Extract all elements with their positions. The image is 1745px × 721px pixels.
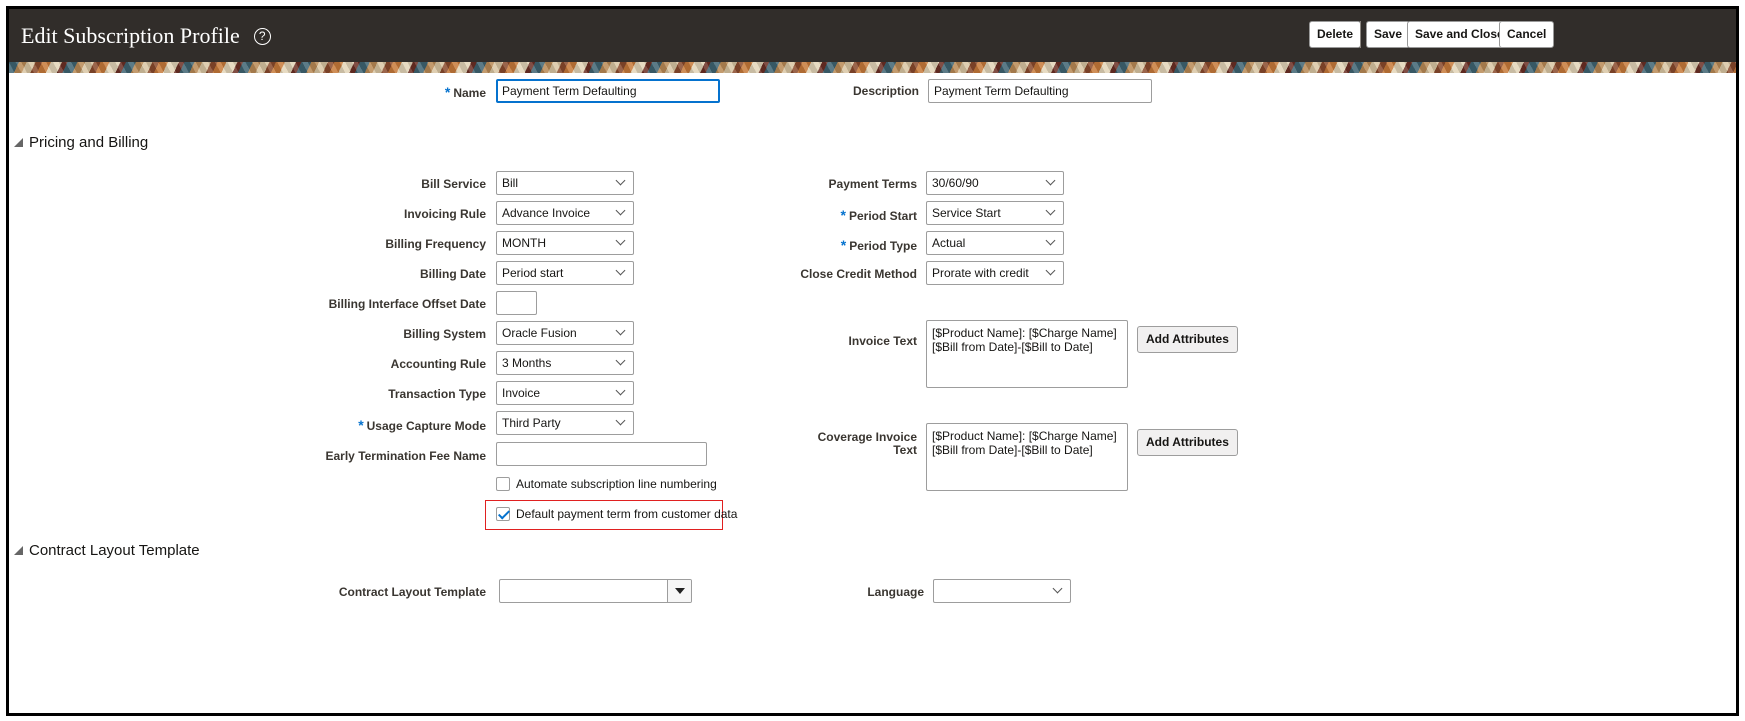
toolbar-separator xyxy=(1360,21,1361,48)
language-select[interactable] xyxy=(933,579,1071,603)
page-title-container: Edit Subscription Profile ? xyxy=(21,23,271,49)
early-termination-fee-name-label: Early Termination Fee Name xyxy=(325,449,487,463)
language-label: Language xyxy=(867,585,924,599)
page-title: Edit Subscription Profile xyxy=(21,23,240,48)
period-type-select[interactable]: Actual xyxy=(926,231,1064,255)
contract-layout-section-header[interactable]: Contract Layout Template xyxy=(14,542,200,559)
pricing-billing-section-header[interactable]: Pricing and Billing xyxy=(14,134,148,151)
billing-system-select[interactable]: Oracle Fusion xyxy=(496,321,634,345)
accounting-rule-label: Accounting Rule xyxy=(390,357,486,371)
chevron-down-icon xyxy=(616,357,626,367)
chevron-down-icon xyxy=(1046,177,1056,187)
required-indicator: * xyxy=(358,417,364,433)
cancel-button[interactable]: Cancel xyxy=(1499,21,1555,48)
default-payment-term-checkbox-label: Default payment term from customer data xyxy=(516,507,738,521)
required-indicator: * xyxy=(840,237,847,253)
coverage-invoice-text-area[interactable]: [$Product Name]: [$Charge Name] [$Bill f… xyxy=(926,423,1128,491)
billing-frequency-select[interactable]: MONTH xyxy=(496,231,634,255)
dropdown-arrow-icon[interactable] xyxy=(667,580,691,602)
chevron-down-icon xyxy=(616,207,626,217)
invoice-text-line: [$Product Name]: [$Charge Name] xyxy=(932,326,1117,340)
chevron-down-icon xyxy=(616,267,626,277)
invoice-text-area[interactable]: [$Product Name]: [$Charge Name] [$Bill f… xyxy=(926,320,1128,388)
coverage-invoice-text-label: Coverage Invoice Text xyxy=(817,430,917,457)
close-credit-method-label: Close Credit Method xyxy=(800,267,917,281)
billing-interface-offset-date-input[interactable] xyxy=(496,291,537,315)
accounting-rule-select[interactable]: 3 Months xyxy=(496,351,634,375)
usage-capture-mode-select[interactable]: Third Party xyxy=(496,411,634,435)
period-start-select[interactable]: Service Start xyxy=(926,201,1064,225)
chevron-down-icon xyxy=(1046,207,1056,217)
app-frame: Edit Subscription Profile ? Delete Save … xyxy=(6,6,1739,716)
payment-terms-select[interactable]: 30/60/90 xyxy=(926,171,1064,195)
early-termination-fee-name-input[interactable] xyxy=(496,442,707,466)
coverage-text-line: [$Bill from Date]-[$Bill to Date] xyxy=(932,443,1093,457)
coverage-text-line: [$Product Name]: [$Charge Name] xyxy=(932,429,1117,443)
close-credit-method-select[interactable]: Prorate with credit xyxy=(926,261,1064,285)
required-indicator: * xyxy=(840,207,846,223)
invoicing-rule-label: Invoicing Rule xyxy=(403,207,486,221)
billing-system-label: Billing System xyxy=(403,327,486,341)
invoice-text-line: [$Bill from Date]-[$Bill to Date] xyxy=(932,340,1093,354)
required-indicator: * xyxy=(444,84,451,100)
bill-service-label: Bill Service xyxy=(421,177,486,191)
invoicing-rule-select[interactable]: Advance Invoice xyxy=(496,201,634,225)
save-button[interactable]: Save xyxy=(1366,21,1411,48)
save-and-close-button[interactable]: Save and Close xyxy=(1407,21,1512,48)
description-label: Description xyxy=(852,84,919,98)
auto-numbering-checkbox[interactable] xyxy=(496,477,510,491)
chevron-down-icon xyxy=(616,177,626,187)
default-payment-term-checkbox-row[interactable]: Default payment term from customer data xyxy=(496,507,737,521)
chevron-down-icon xyxy=(616,387,626,397)
period-type-label: * Period Type xyxy=(840,237,917,253)
help-icon[interactable]: ? xyxy=(253,27,271,45)
default-payment-term-checkbox[interactable] xyxy=(496,507,510,521)
invoice-text-label: Invoice Text xyxy=(848,334,917,348)
decorative-banner xyxy=(9,62,1736,73)
usage-capture-mode-label: * Usage Capture Mode xyxy=(358,417,486,433)
transaction-type-label: Transaction Type xyxy=(388,387,486,401)
add-attributes-button[interactable]: Add Attributes xyxy=(1137,326,1238,353)
header-bar: Edit Subscription Profile ? Delete Save … xyxy=(9,9,1736,62)
auto-numbering-checkbox-row[interactable]: Automate subscription line numbering xyxy=(496,477,717,491)
delete-button[interactable]: Delete xyxy=(1309,21,1362,48)
name-input[interactable]: Payment Term Defaulting xyxy=(496,79,720,103)
contract-layout-template-combo[interactable] xyxy=(499,579,692,603)
description-input[interactable]: Payment Term Defaulting xyxy=(928,79,1152,103)
collapse-triangle-icon[interactable] xyxy=(14,546,23,555)
chevron-down-icon xyxy=(616,327,626,337)
billing-interface-offset-date-label: Billing Interface Offset Date xyxy=(328,297,486,311)
collapse-triangle-icon[interactable] xyxy=(14,138,23,147)
payment-terms-label: Payment Terms xyxy=(828,177,917,191)
billing-date-select[interactable]: Period start xyxy=(496,261,634,285)
chevron-down-icon xyxy=(1053,585,1063,595)
auto-numbering-checkbox-label: Automate subscription line numbering xyxy=(516,477,717,491)
transaction-type-select[interactable]: Invoice xyxy=(496,381,634,405)
contract-layout-template-label: Contract Layout Template xyxy=(338,585,486,599)
billing-frequency-label: Billing Frequency xyxy=(385,237,486,251)
chevron-down-icon xyxy=(1046,237,1056,247)
chevron-down-icon xyxy=(616,237,626,247)
chevron-down-icon xyxy=(1046,267,1056,277)
chevron-down-icon xyxy=(616,417,626,427)
period-start-label: * Period Start xyxy=(840,207,917,223)
add-attributes-button-coverage[interactable]: Add Attributes xyxy=(1137,429,1238,456)
name-label: * Name xyxy=(444,84,486,100)
bill-service-select[interactable]: Bill xyxy=(496,171,634,195)
billing-date-label: Billing Date xyxy=(419,267,486,281)
